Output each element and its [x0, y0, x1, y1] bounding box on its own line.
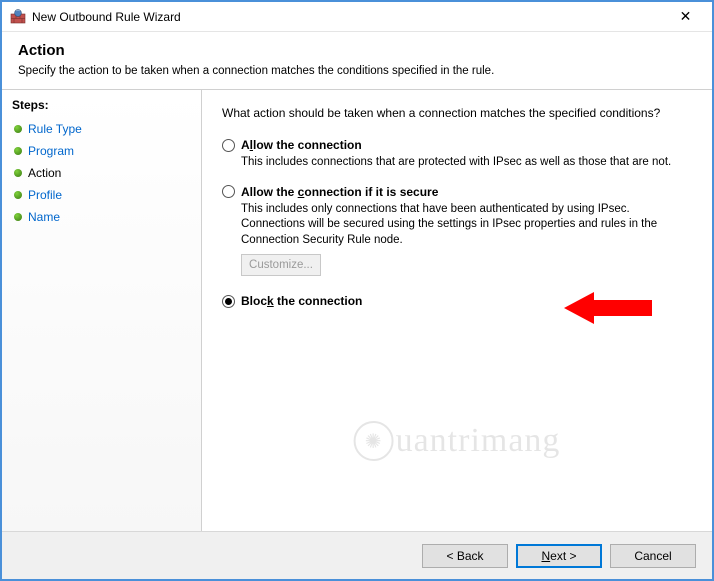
radio-allow[interactable] [222, 139, 235, 152]
wizard-window: New Outbound Rule Wizard ✕ Action Specif… [0, 0, 714, 581]
next-label: Next > [541, 549, 576, 563]
action-question: What action should be taken when a conne… [222, 106, 692, 120]
firewall-icon [10, 9, 26, 25]
option-allow-label: Allow the connection [241, 138, 362, 152]
option-allow-secure: Allow the connection if it is secure Thi… [222, 185, 692, 277]
window-title: New Outbound Rule Wizard [32, 10, 663, 24]
content-pane: What action should be taken when a conne… [202, 90, 712, 531]
step-name[interactable]: Name [12, 206, 201, 228]
page-heading: Action [18, 42, 696, 59]
option-block-label: Block the connection [241, 294, 362, 308]
radio-allow-secure[interactable] [222, 185, 235, 198]
wizard-header: Action Specify the action to be taken wh… [2, 32, 712, 89]
radio-block[interactable] [222, 295, 235, 308]
option-allow: Allow the connection This includes conne… [222, 138, 692, 171]
window-close-button[interactable]: ✕ [663, 3, 708, 31]
wizard-footer: < Back Next > Cancel [2, 531, 712, 579]
cancel-button[interactable]: Cancel [610, 544, 696, 568]
step-label: Name [28, 210, 60, 224]
step-bullet-icon [14, 125, 22, 133]
step-profile[interactable]: Profile [12, 184, 201, 206]
option-allow-secure-desc: This includes only connections that have… [241, 202, 681, 249]
watermark-logo-icon: ✺ [354, 421, 394, 461]
close-icon: ✕ [680, 8, 692, 25]
customize-button: Customize... [241, 254, 321, 276]
step-label: Profile [28, 188, 62, 202]
option-block-row[interactable]: Block the connection [222, 294, 692, 308]
back-button[interactable]: < Back [422, 544, 508, 568]
wizard-body: Steps: Rule Type Program Action Profile … [2, 89, 712, 531]
steps-title: Steps: [12, 98, 201, 112]
step-bullet-icon [14, 169, 22, 177]
step-action[interactable]: Action [12, 162, 201, 184]
step-bullet-icon [14, 213, 22, 221]
option-allow-desc: This includes connections that are prote… [241, 155, 681, 171]
customize-label: Customize... [249, 259, 313, 271]
step-label: Action [28, 166, 61, 180]
step-rule-type[interactable]: Rule Type [12, 118, 201, 140]
page-subtitle: Specify the action to be taken when a co… [18, 65, 696, 77]
step-label: Program [28, 144, 74, 158]
option-allow-row[interactable]: Allow the connection [222, 138, 692, 152]
steps-pane: Steps: Rule Type Program Action Profile … [2, 90, 202, 531]
step-label: Rule Type [28, 122, 82, 136]
watermark: ✺uantrimang [354, 421, 561, 461]
titlebar: New Outbound Rule Wizard ✕ [2, 2, 712, 32]
step-bullet-icon [14, 147, 22, 155]
watermark-text: uantrimang [396, 422, 561, 460]
step-program[interactable]: Program [12, 140, 201, 162]
option-block: Block the connection [222, 294, 692, 308]
back-label: < Back [446, 549, 483, 563]
cancel-label: Cancel [634, 549, 671, 563]
next-button[interactable]: Next > [516, 544, 602, 568]
option-allow-secure-label: Allow the connection if it is secure [241, 185, 438, 199]
option-allow-secure-row[interactable]: Allow the connection if it is secure [222, 185, 692, 199]
step-bullet-icon [14, 191, 22, 199]
